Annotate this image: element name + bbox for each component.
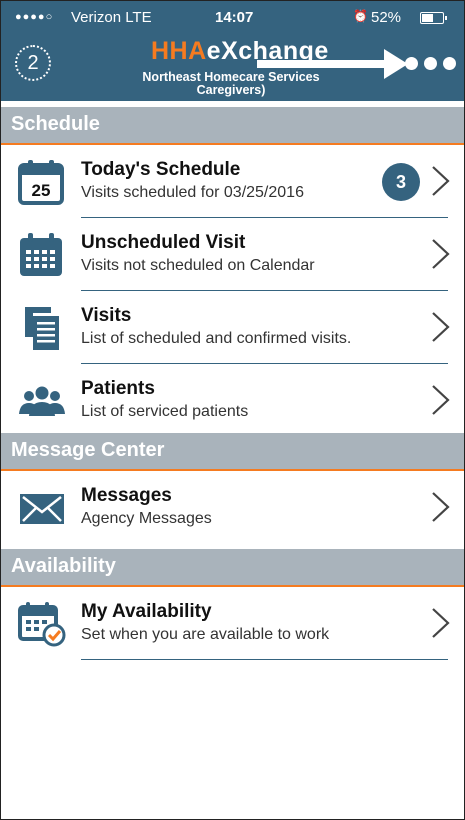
message-count: 2 [27,52,39,74]
section-title: Message Center [11,439,165,461]
menu-item-messages[interactable]: Messages Agency Messages [1,471,464,544]
battery-percent: 52% [371,9,402,26]
more-dots-icon[interactable] [403,49,459,79]
annotation-arrow-line [257,60,389,68]
item-subtitle: Agency Messages [81,510,212,527]
section-schedule: Schedule [1,107,464,145]
calendar-grid-icon [20,233,62,276]
carrier-name: Verizon LTE [71,9,152,26]
calendar-check-icon [18,602,66,647]
section-availability: Availability [1,549,464,587]
calendar-day-number: 25 [32,181,51,200]
item-subtitle: List of serviced patients [81,403,249,420]
section-message-center: Message Center [1,433,464,471]
item-subtitle: Set when you are available to work [81,626,330,643]
brand-part-1: HHA [151,37,207,65]
item-subtitle: Visits not scheduled on Calendar [81,257,315,274]
row-divider [81,658,448,660]
chevron-right-icon [432,239,450,269]
visit-count-badge: 3 [382,163,420,201]
section-title: Schedule [11,113,100,135]
envelope-icon [20,494,64,524]
item-title: Today's Schedule [81,159,241,180]
chevron-right-icon [432,385,450,415]
menu-item-patients[interactable]: Patients List of serviced patients [1,364,464,437]
menu-item-todays-schedule[interactable]: 25 Today's Schedule Visits scheduled for… [1,145,464,218]
chevron-right-icon [432,166,450,196]
messages-badge-button[interactable]: 2 [15,45,51,81]
app-header: ●●●●○ Verizon LTE 14:07 ⏰ 52% 2 HHAeXcha… [1,1,464,101]
menu-item-visits[interactable]: Visits List of scheduled and confirmed v… [1,291,464,364]
chevron-right-icon [432,312,450,342]
status-bar: ●●●●○ Verizon LTE 14:07 ⏰ 52% [1,7,464,29]
organization-name: Northeast Homecare Services Caregivers) [91,71,371,97]
chevron-right-icon [432,608,450,638]
chevron-right-icon [432,492,450,522]
item-title: Unscheduled Visit [81,232,246,253]
calendar-day-icon: 25 [18,160,64,205]
signal-strength: ●●●●○ [15,11,54,23]
organization-line-2: Caregivers) [196,83,266,97]
app-screen: ●●●●○ Verizon LTE 14:07 ⏰ 52% 2 HHAeXcha… [0,0,465,820]
item-title: Visits [81,305,132,326]
people-group-icon [19,386,65,416]
item-title: Messages [81,485,172,506]
item-title: My Availability [81,601,212,622]
menu-item-unscheduled-visit[interactable]: Unscheduled Visit Visits not scheduled o… [1,218,464,291]
item-subtitle: List of scheduled and confirmed visits. [81,330,352,347]
section-title: Availability [11,555,116,577]
clock: 14:07 [215,9,254,26]
alarm-icon: ⏰ [353,9,368,23]
item-subtitle: Visits scheduled for 03/25/2016 [81,184,304,201]
menu-item-my-availability[interactable]: My Availability Set when you are availab… [1,587,464,660]
document-list-icon [25,307,59,350]
battery-icon [420,12,447,24]
item-title: Patients [81,378,155,399]
